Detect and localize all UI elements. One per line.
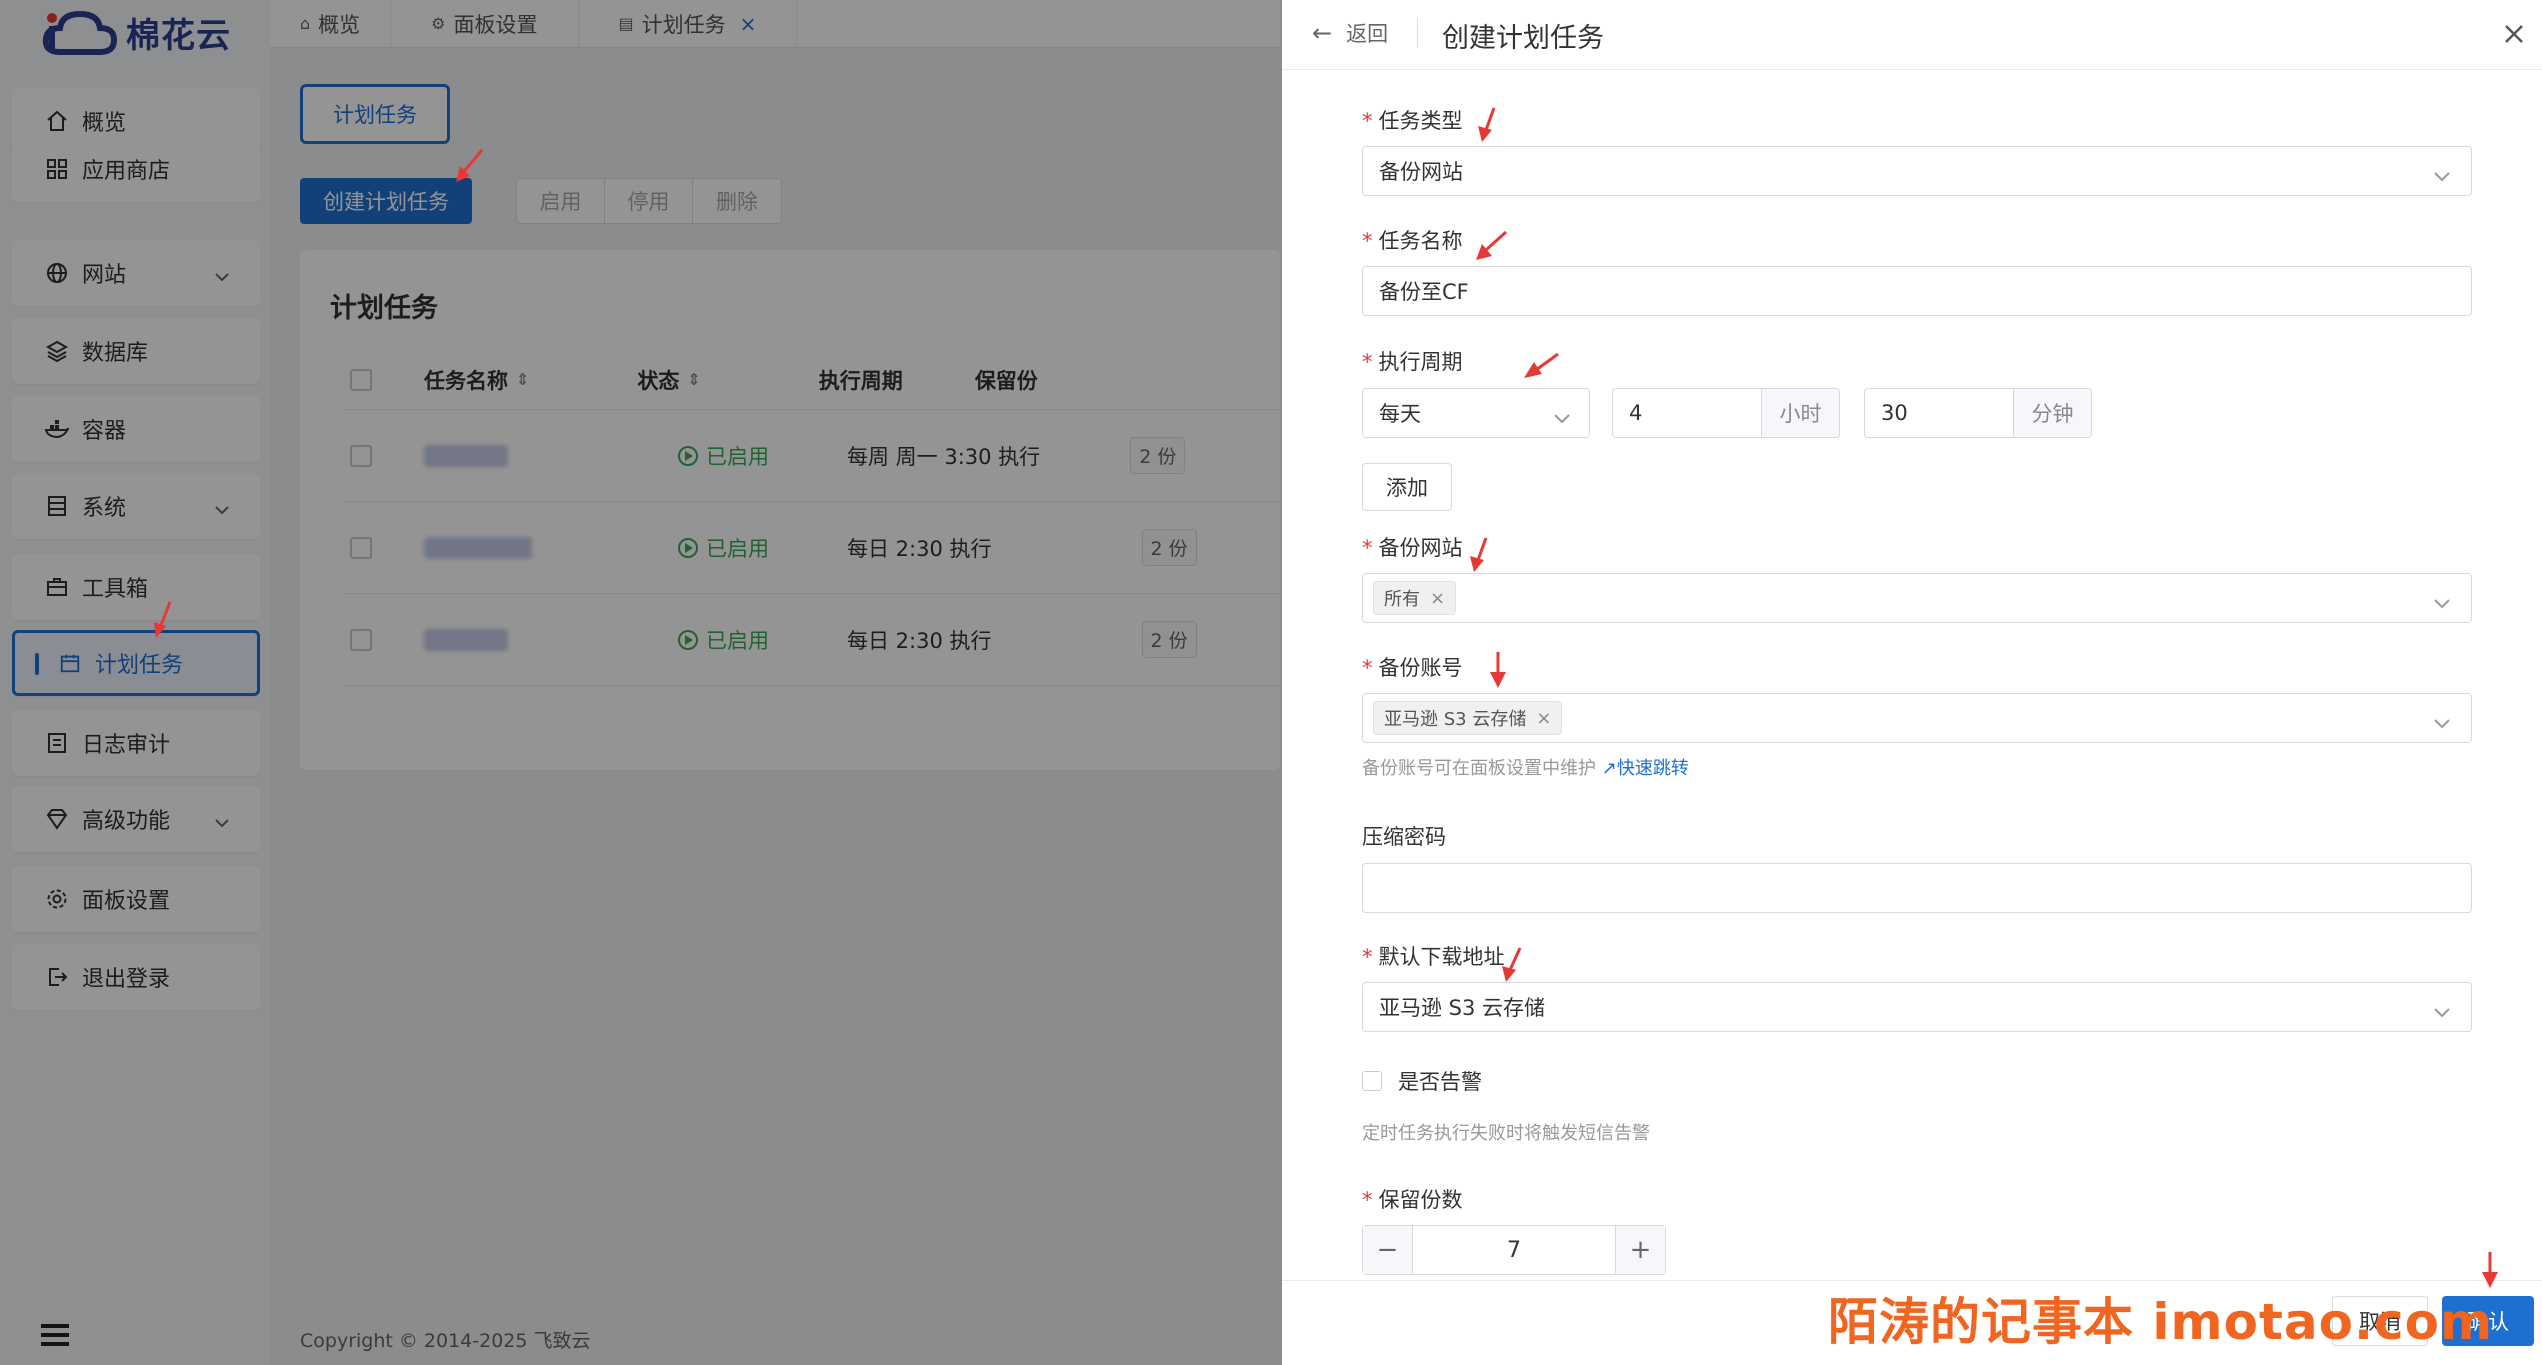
required-mark: * xyxy=(1362,1188,1373,1212)
tag-text: 亚马逊 S3 云存储 xyxy=(1384,709,1527,730)
minute-value: 30 xyxy=(1881,401,1908,425)
required-mark: * xyxy=(1362,945,1373,969)
required-mark: * xyxy=(1362,350,1373,374)
arrow-left-icon: ← xyxy=(1312,19,1333,47)
backup-site-select[interactable]: 所有 × xyxy=(1362,573,2472,623)
alert-checkbox[interactable] xyxy=(1362,1071,1382,1091)
close-icon[interactable] xyxy=(2500,20,2528,48)
create-cronjob-drawer: ← 返回 创建计划任务 * 任务类型 备份网站 * 任务名称 备份至CF * 执行周期… xyxy=(1282,0,2542,1365)
select-value: 备份网站 xyxy=(1379,160,1463,184)
hour-unit: 小时 xyxy=(1761,389,1839,437)
drawer-title: 创建计划任务 xyxy=(1442,23,1604,54)
label-text: 任务类型 xyxy=(1378,109,1463,133)
annotation-arrow-icon xyxy=(1490,652,1506,688)
decrement-button[interactable]: − xyxy=(1363,1226,1413,1274)
backup-account-hint: 备份账号可在面板设置中维护 ↗快速跳转 xyxy=(1362,754,1689,780)
minute-input[interactable]: 30 分钟 xyxy=(1864,388,2092,438)
task-type-label: * 任务类型 xyxy=(1362,105,1463,135)
quick-jump-link[interactable]: ↗快速跳转 xyxy=(1602,758,1689,779)
required-mark: * xyxy=(1362,109,1373,133)
label-text: 任务名称 xyxy=(1378,229,1463,253)
hour-value: 4 xyxy=(1629,401,1643,425)
back-label: 返回 xyxy=(1346,22,1389,46)
chevron-down-icon xyxy=(2433,999,2451,1023)
selected-tag: 所有 × xyxy=(1373,581,1457,615)
label-text: 执行周期 xyxy=(1378,350,1463,374)
retain-value[interactable]: 7 xyxy=(1413,1226,1615,1274)
label-text: 压缩密码 xyxy=(1362,825,1446,849)
chevron-down-icon xyxy=(2433,163,2451,187)
cycle-label: * 执行周期 xyxy=(1362,346,1463,376)
task-type-select[interactable]: 备份网站 xyxy=(1362,146,2472,196)
chevron-down-icon xyxy=(1553,405,1571,429)
modal-overlay[interactable] xyxy=(0,0,1282,1365)
add-cycle-button[interactable]: 添加 xyxy=(1362,463,1452,511)
alert-label: 是否告警 xyxy=(1398,1070,1482,1094)
task-name-label: * 任务名称 xyxy=(1362,225,1463,255)
alert-checkbox-row[interactable]: 是否告警 xyxy=(1362,1066,1482,1096)
label-text: 备份网站 xyxy=(1378,536,1463,560)
default-download-label: * 默认下载地址 xyxy=(1362,941,1505,971)
task-name-input[interactable]: 备份至CF xyxy=(1362,266,2472,316)
chevron-down-icon xyxy=(2433,590,2451,614)
remove-tag-icon[interactable]: × xyxy=(1430,588,1445,609)
tag-text: 所有 xyxy=(1384,589,1420,610)
drawer-header: ← 返回 创建计划任务 xyxy=(1282,0,2542,70)
chevron-down-icon xyxy=(2433,710,2451,734)
label-text: 默认下载地址 xyxy=(1378,945,1505,969)
label-text: 保留份数 xyxy=(1378,1188,1463,1212)
annotation-arrow-icon xyxy=(2482,1252,2498,1288)
select-value: 亚马逊 S3 云存储 xyxy=(1379,996,1546,1020)
hour-input[interactable]: 4 小时 xyxy=(1612,388,1840,438)
minus-icon: − xyxy=(1376,1235,1399,1265)
plus-icon: + xyxy=(1629,1235,1652,1265)
select-value: 每天 xyxy=(1379,402,1421,426)
cancel-button[interactable]: 取消 xyxy=(2332,1296,2428,1346)
required-mark: * xyxy=(1362,656,1373,680)
back-button[interactable]: ← 返回 xyxy=(1312,18,1388,48)
required-mark: * xyxy=(1362,536,1373,560)
backup-account-select[interactable]: 亚马逊 S3 云存储 × xyxy=(1362,693,2472,743)
annotation-arrow-icon xyxy=(1476,230,1508,260)
backup-site-label: * 备份网站 xyxy=(1362,532,1463,562)
alert-hint: 定时任务执行失败时将触发短信告警 xyxy=(1362,1123,1650,1144)
header-divider xyxy=(1417,18,1418,48)
cycle-period-select[interactable]: 每天 xyxy=(1362,388,1590,438)
backup-account-label: * 备份账号 xyxy=(1362,652,1463,682)
footer-divider xyxy=(1282,1280,2542,1281)
confirm-button[interactable]: 确认 xyxy=(2442,1296,2534,1346)
default-download-select[interactable]: 亚马逊 S3 云存储 xyxy=(1362,982,2472,1032)
annotation-arrow-icon xyxy=(1524,352,1559,378)
minute-unit: 分钟 xyxy=(2013,389,2091,437)
retain-label: * 保留份数 xyxy=(1362,1184,1463,1214)
annotation-arrow-icon xyxy=(1478,107,1496,142)
required-mark: * xyxy=(1362,229,1373,253)
zip-password-input[interactable] xyxy=(1362,863,2472,913)
link-text: 快速跳转 xyxy=(1616,758,1689,779)
increment-button[interactable]: + xyxy=(1615,1226,1665,1274)
hint-text: 备份账号可在面板设置中维护 xyxy=(1362,758,1596,779)
input-value: 备份至CF xyxy=(1379,280,1469,304)
annotation-arrow-icon xyxy=(1470,537,1488,572)
remove-tag-icon[interactable]: × xyxy=(1536,708,1551,729)
link-icon: ↗ xyxy=(1601,758,1617,779)
retain-stepper: − 7 + xyxy=(1362,1225,1666,1275)
selected-tag: 亚马逊 S3 云存储 × xyxy=(1373,701,1563,735)
label-text: 备份账号 xyxy=(1378,656,1463,680)
zip-password-label: 压缩密码 xyxy=(1362,821,1446,851)
